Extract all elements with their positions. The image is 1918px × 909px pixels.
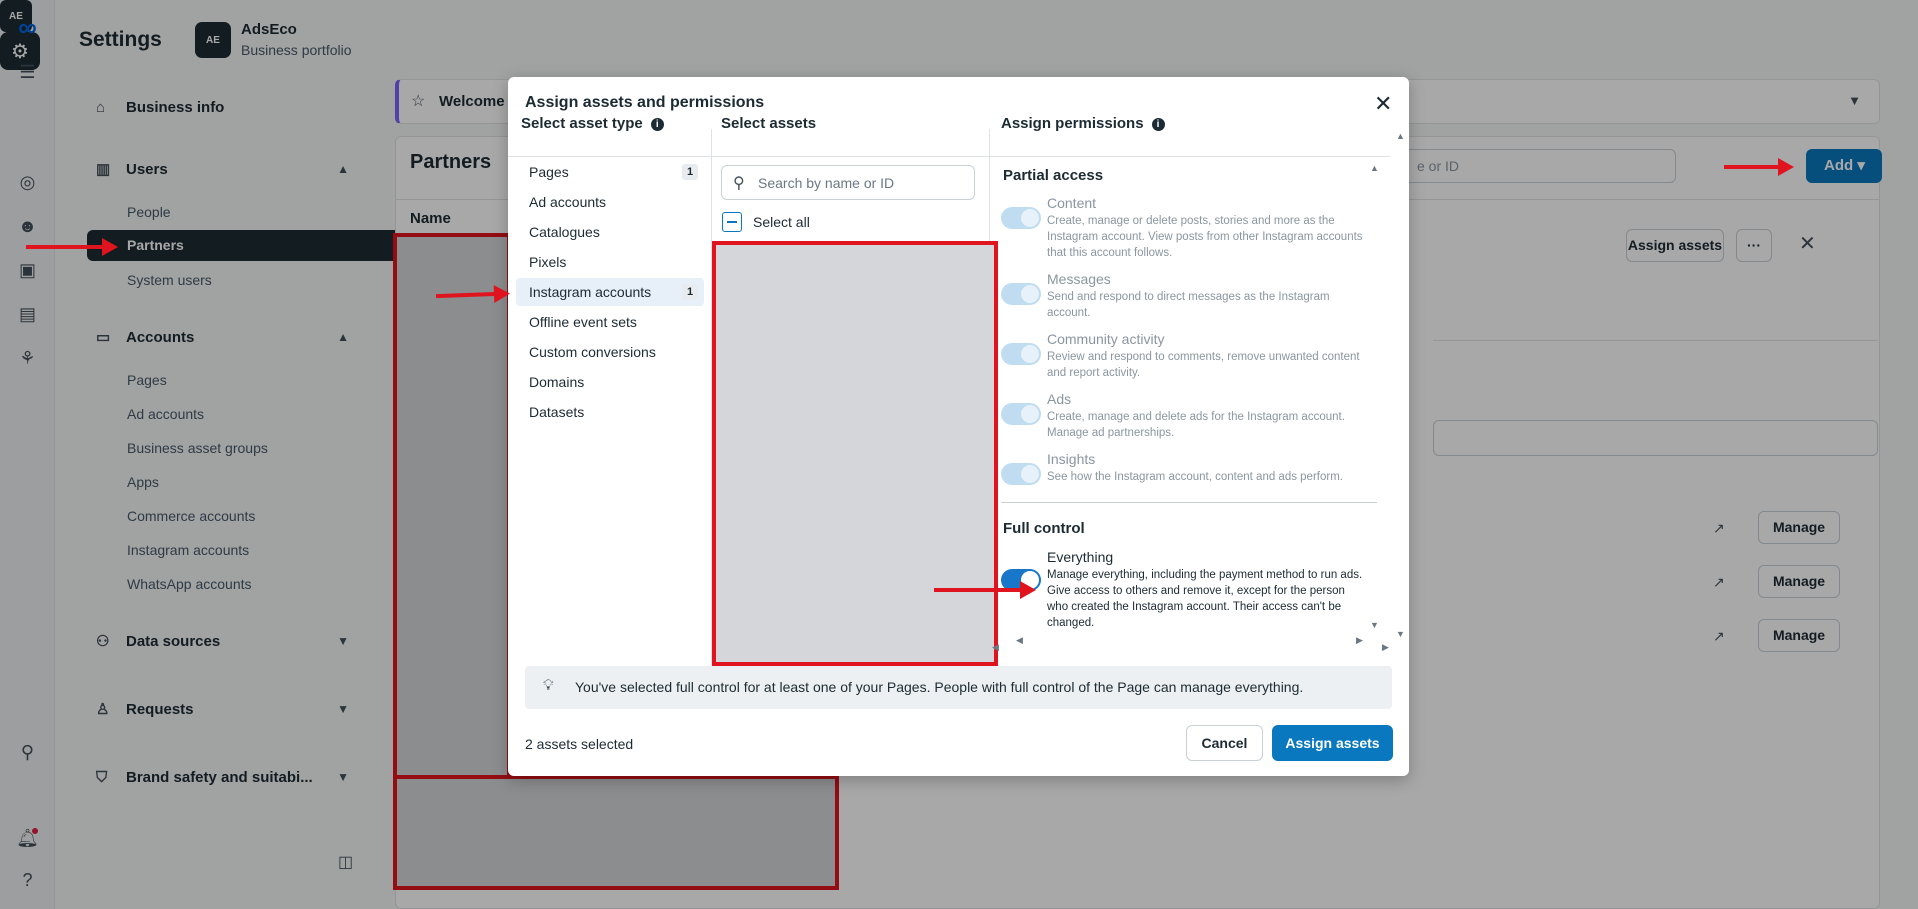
asset-type-label: Pixels [529, 254, 567, 270]
asset-type-header-label: Select asset type [521, 115, 643, 132]
count-badge: 1 [682, 164, 698, 180]
divider [1001, 502, 1377, 503]
asset-type-pages[interactable]: Pages 1 [516, 158, 704, 186]
scroll-up-icon[interactable]: ▲ [1396, 131, 1405, 141]
search-icon: ⚲ [733, 175, 745, 192]
assign-assets-submit-button[interactable]: Assign assets [1272, 725, 1393, 761]
select-assets-header: Select assets [721, 115, 817, 132]
content-toggle[interactable] [1001, 207, 1041, 229]
redacted-region [712, 241, 998, 666]
permission-name: Insights [1047, 451, 1096, 467]
asset-type-ad-accounts[interactable]: Ad accounts [516, 188, 704, 216]
divider [712, 156, 989, 157]
scroll-down-icon[interactable]: ▼ [1370, 620, 1379, 630]
asset-type-catalogues[interactable]: Catalogues [516, 218, 704, 246]
full-control-heading: Full control [1003, 520, 1085, 537]
permission-description: Create, manage or delete posts, stories … [1047, 215, 1363, 259]
partial-access-heading: Partial access [1003, 167, 1104, 184]
dialog-title: Assign assets and permissions [525, 94, 765, 111]
permission-name: Community activity [1047, 331, 1165, 347]
scroll-left-icon[interactable]: ◀ [1016, 635, 1023, 646]
permissions-header: Assign permissions i [1001, 115, 1165, 132]
permission-community-activity: Community activity Review and respond to… [1001, 331, 1361, 379]
community-activity-toggle[interactable] [1001, 343, 1041, 365]
permission-messages: Messages Send and respond to direct mess… [1001, 271, 1361, 319]
asset-type-header: Select asset type i [521, 115, 664, 132]
messages-toggle[interactable] [1001, 283, 1041, 305]
asset-type-datasets[interactable]: Datasets [516, 398, 704, 426]
info-icon[interactable]: i [1151, 118, 1165, 131]
annotation-arrow [934, 581, 1036, 599]
divider [508, 156, 711, 157]
asset-type-label: Pages [529, 164, 569, 180]
count-badge: 1 [682, 284, 698, 300]
permission-description: Manage everything, including the payment… [1047, 569, 1363, 629]
ads-toggle[interactable] [1001, 403, 1041, 425]
asset-type-label: Ad accounts [529, 194, 607, 210]
scroll-right-icon[interactable]: ▶ [1356, 635, 1363, 646]
scroll-right-icon[interactable]: ▶ [1382, 642, 1389, 653]
full-control-notice: 💡︎ You've selected full control for at l… [525, 666, 1392, 709]
asset-type-instagram-accounts[interactable]: Instagram accounts 1 [516, 278, 704, 306]
select-all-label[interactable]: Select all [753, 214, 810, 230]
permission-name: Content [1047, 195, 1097, 211]
permission-description: Create, manage and delete ads for the In… [1047, 411, 1345, 439]
select-all-checkbox[interactable] [722, 212, 742, 232]
asset-type-label: Offline event sets [529, 314, 637, 330]
scroll-left-icon[interactable]: ◀ [992, 642, 999, 653]
notice-text: You've selected full control for at leas… [575, 679, 1304, 695]
permission-name: Messages [1047, 271, 1111, 287]
insights-toggle[interactable] [1001, 463, 1041, 485]
permission-description: See how the Instagram account, content a… [1047, 471, 1343, 483]
close-icon[interactable]: ✕ [1374, 91, 1392, 117]
permission-everything: Everything Manage everything, including … [1001, 549, 1362, 629]
asset-search-input[interactable]: ⚲ Search by name or ID [721, 165, 975, 200]
asset-type-label: Instagram accounts [529, 284, 652, 300]
permissions-header-label: Assign permissions [1001, 115, 1144, 132]
asset-type-label: Catalogues [529, 224, 600, 240]
lightbulb-icon: 💡︎ [543, 677, 554, 694]
asset-type-label: Domains [529, 374, 585, 390]
selected-count: 2 assets selected [525, 736, 634, 752]
asset-type-label: Datasets [529, 404, 585, 420]
asset-search-placeholder: Search by name or ID [758, 175, 895, 191]
scroll-down-icon[interactable]: ▼ [1396, 629, 1405, 639]
assign-assets-dialog: Assign assets and permissions ✕ Select a… [508, 77, 1409, 776]
asset-type-label: Custom conversions [529, 344, 656, 360]
annotation-arrow [26, 238, 118, 256]
cancel-button[interactable]: Cancel [1186, 725, 1263, 761]
permission-name: Everything [1047, 549, 1114, 565]
scroll-up-icon[interactable]: ▲ [1370, 163, 1379, 173]
permission-name: Ads [1047, 391, 1072, 407]
permission-content: Content Create, manage or delete posts, … [1001, 195, 1363, 259]
annotation-arrow [1724, 158, 1794, 176]
asset-type-offline-event-sets[interactable]: Offline event sets [516, 308, 704, 336]
asset-type-custom-conversions[interactable]: Custom conversions [516, 338, 704, 366]
divider [990, 156, 1390, 157]
asset-type-pixels[interactable]: Pixels [516, 248, 704, 276]
permission-ads: Ads Create, manage and delete ads for th… [1001, 391, 1361, 439]
asset-type-domains[interactable]: Domains [516, 368, 704, 396]
info-icon[interactable]: i [650, 118, 664, 131]
permission-description: Send and respond to direct messages as t… [1047, 291, 1330, 319]
permission-description: Review and respond to comments, remove u… [1047, 351, 1360, 379]
permission-insights: Insights See how the Instagram account, … [1001, 451, 1361, 485]
